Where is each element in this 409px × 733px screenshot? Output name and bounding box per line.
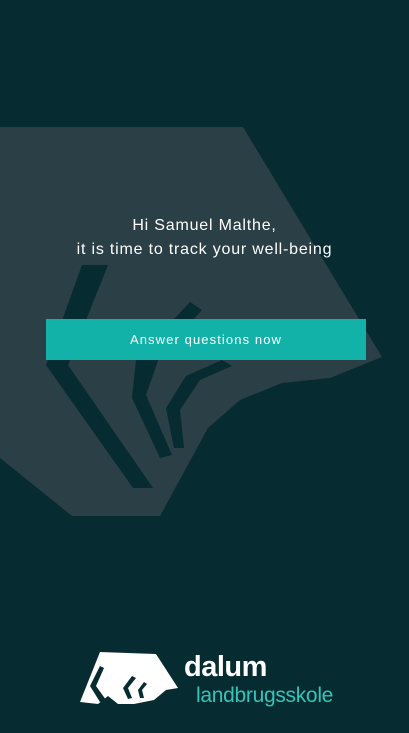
greeting-line2: it is time to track your well-being	[76, 241, 333, 258]
bull-watermark-icon	[0, 127, 382, 516]
logo: dalum landbrugsskole	[78, 648, 338, 710]
logo-wordmark-landbrugsskole: landbrugsskole	[196, 684, 334, 707]
welcome-screen: Hi Samuel Malthe, it is time to track yo…	[0, 0, 409, 733]
bull-icon	[80, 652, 178, 704]
greeting: Hi Samuel Malthe, it is time to track yo…	[0, 214, 409, 262]
logo-wordmark-dalum: dalum	[184, 651, 267, 683]
greeting-line1: Hi Samuel Malthe,	[132, 217, 277, 234]
answer-questions-button[interactable]: Answer questions now	[46, 319, 366, 360]
